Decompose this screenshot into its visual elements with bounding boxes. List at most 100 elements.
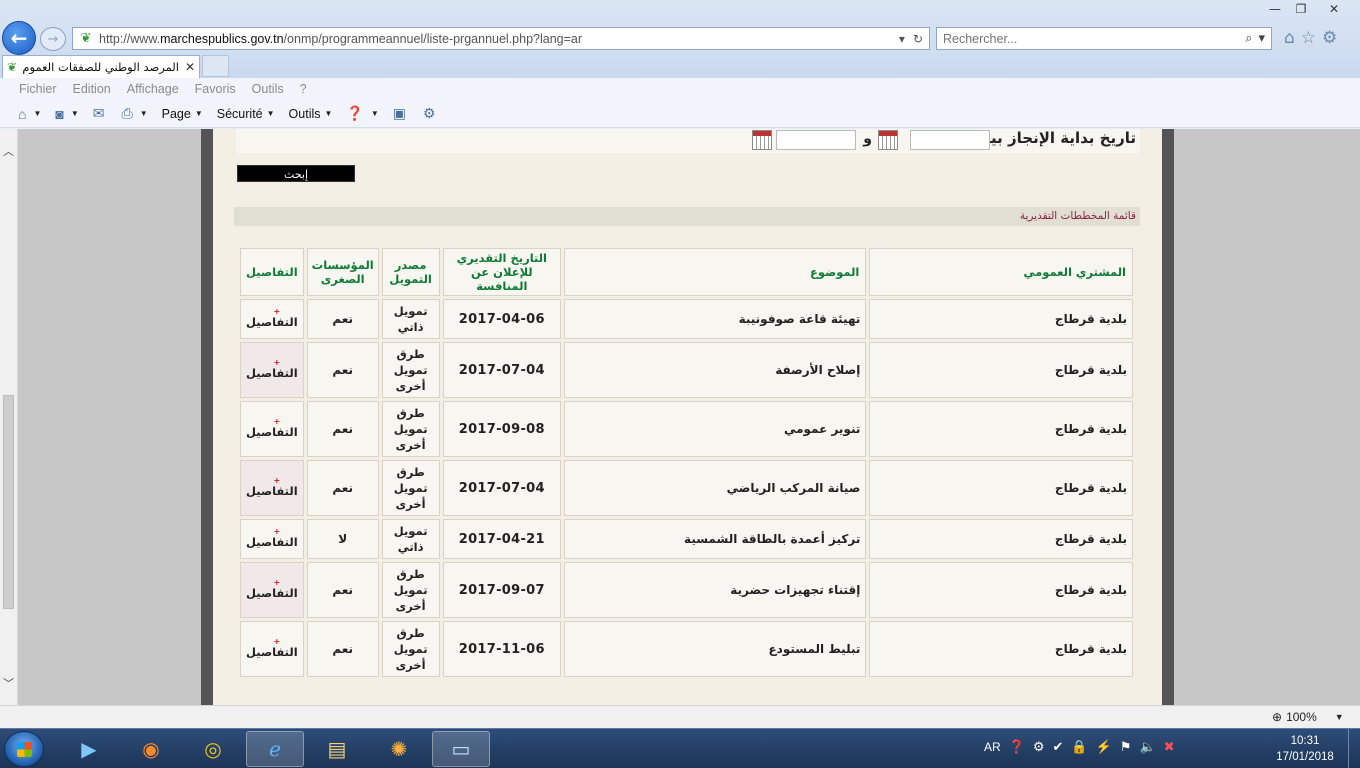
search-dropdown-icon[interactable]: ▾ [1258, 31, 1265, 46]
research-icon: ▣ [392, 105, 407, 121]
cell-details[interactable]: + التفاصيل [240, 519, 304, 559]
cmd-tools[interactable]: Outils ▼ [289, 107, 333, 121]
file-explorer-icon[interactable]: ▤ [308, 731, 366, 767]
network-icon[interactable]: ⚡ [1096, 739, 1112, 755]
media-player-icon[interactable]: ▶ [60, 731, 118, 767]
cmd-settings[interactable]: ⚙ [423, 105, 439, 122]
image-viewer-icon[interactable]: ▭ [432, 731, 490, 767]
internet-explorer-icon[interactable]: ℯ [246, 731, 304, 767]
menu-favoris[interactable]: Favoris [195, 82, 236, 96]
back-button[interactable]: ← [2, 21, 36, 55]
cell-details[interactable]: + التفاصيل [240, 621, 304, 677]
details-link[interactable]: التفاصيل [246, 425, 298, 439]
scroll-up-icon[interactable]: ︿ [3, 143, 14, 159]
cell-funding: تمويل ذاتي [381, 299, 440, 339]
maximize-button[interactable]: ❐ [1288, 0, 1314, 18]
chrome-icon[interactable]: ◎ [184, 731, 242, 767]
cmd-help[interactable]: ❓ ▼ [346, 105, 378, 122]
rss-icon: ◙ [55, 105, 64, 122]
language-indicator[interactable]: AR [984, 740, 1001, 754]
tray-overflow-icon[interactable]: ⚙ [1033, 739, 1045, 755]
search-icon[interactable]: ⌕ [1245, 31, 1252, 46]
scroll-down-icon[interactable]: ﹀ [3, 675, 14, 691]
address-dropdown-icon[interactable]: ▾ [899, 32, 905, 46]
list-title: قائمة المخططات التقديرية [1019, 210, 1136, 222]
show-desktop-button[interactable] [1348, 729, 1360, 768]
security-icon[interactable]: ✔ [1053, 739, 1064, 755]
and-label: و [863, 131, 872, 147]
flag-icon[interactable]: ⚑ [1120, 739, 1132, 755]
start-button[interactable] [4, 731, 44, 767]
zoom-control[interactable]: ⊕ 100% ▼ [1272, 710, 1344, 724]
firefox-icon[interactable]: ◉ [122, 731, 180, 767]
star-icon[interactable]: ☆ [1301, 28, 1316, 48]
menu-help[interactable]: ? [300, 82, 307, 96]
help-icon[interactable]: ❓ [1009, 739, 1025, 755]
cell-date: 2017-04-06 [442, 299, 562, 339]
menu-fichier[interactable]: Fichier [19, 82, 57, 96]
details-link[interactable]: التفاصيل [246, 535, 298, 549]
cell-sme: نعم [306, 562, 379, 618]
gear-icon[interactable]: ⚙ [1322, 28, 1337, 48]
scroll-thumb[interactable] [3, 395, 14, 609]
error-icon[interactable]: ✖ [1164, 739, 1175, 755]
cell-details[interactable]: + التفاصيل [240, 562, 304, 618]
url-path: /onmp/programmeannuel/liste-prgannuel.ph… [283, 31, 583, 46]
close-window-button[interactable]: ✕ [1314, 0, 1354, 18]
menu-affichage[interactable]: Affichage [127, 82, 179, 96]
chevron-down-icon: ▼ [370, 109, 379, 118]
lock-icon[interactable]: 🔒 [1071, 739, 1087, 755]
cmd-page[interactable]: Page ▼ [162, 107, 203, 121]
minimize-button[interactable]: — [1262, 0, 1288, 18]
cell-funding: طرق تمويل أخرى [381, 562, 440, 618]
cmd-print[interactable]: ⎙ ▼ [122, 105, 148, 122]
help-icon: ❓ [346, 105, 364, 121]
cmd-feeds[interactable]: ◙ ▼ [55, 106, 78, 122]
home-icon[interactable]: ⌂ [1284, 28, 1295, 48]
clock[interactable]: 10:31 17/01/2018 [1270, 733, 1340, 765]
left-gutter [18, 129, 201, 705]
details-link[interactable]: التفاصيل [246, 484, 298, 498]
details-link[interactable]: التفاصيل [246, 645, 298, 659]
header-buyer: المشتري العمومي [869, 248, 1133, 296]
cell-details[interactable]: + التفاصيل [240, 299, 304, 339]
cmd-research[interactable]: ▣ [393, 105, 409, 122]
cell-details[interactable]: + التفاصيل [240, 342, 304, 398]
cmd-home[interactable]: ⌂ ▼ [18, 106, 41, 122]
refresh-icon[interactable]: ↻ [913, 32, 923, 46]
url-prefix: http://www. [99, 31, 161, 46]
header-subject: الموضوع [564, 248, 867, 296]
volume-icon[interactable]: 🔈 [1139, 739, 1155, 755]
clock-date: 17/01/2018 [1276, 751, 1334, 763]
menu-edition[interactable]: Edition [73, 82, 111, 96]
address-url[interactable]: http://www.marchespublics.gov.tn/onmp/pr… [99, 32, 899, 46]
tab-favicon-icon: ❦ [7, 60, 18, 74]
search-button[interactable]: إبحث [237, 165, 355, 182]
forward-button[interactable]: → [40, 27, 66, 51]
search-box[interactable]: ⌕ ▾ [936, 27, 1272, 50]
cell-buyer: بلدية قرطاج [869, 299, 1133, 339]
calendar-icon[interactable] [878, 130, 898, 150]
new-tab-button[interactable] [202, 55, 229, 77]
details-link[interactable]: التفاصيل [246, 586, 298, 600]
browser-tab[interactable]: ❦ المرصد الوطني للصفقات العموم... ✕ [2, 55, 200, 78]
date-from-input[interactable] [910, 130, 990, 150]
calendar-icon[interactable] [752, 130, 772, 150]
cell-details[interactable]: + التفاصيل [240, 401, 304, 457]
details-link[interactable]: التفاصيل [246, 315, 298, 329]
menu-outils[interactable]: Outils [252, 82, 284, 96]
address-bar[interactable]: ❦ http://www.marchespublics.gov.tn/onmp/… [72, 27, 930, 50]
cmd-security[interactable]: Sécurité ▼ [217, 107, 275, 121]
right-gutter [1174, 129, 1360, 705]
search-input[interactable] [943, 31, 1246, 46]
cmd-page-label: Page [161, 106, 191, 121]
cmd-mail[interactable]: ✉ [93, 105, 108, 122]
settings-app-icon[interactable]: ✺ [370, 731, 428, 767]
cell-subject: تبليط المستودع [564, 621, 867, 677]
cell-date: 2017-04-21 [442, 519, 562, 559]
details-link[interactable]: التفاصيل [246, 366, 298, 380]
date-to-input[interactable] [776, 130, 856, 150]
cell-details[interactable]: + التفاصيل [240, 460, 304, 516]
tab-close-icon[interactable]: ✕ [185, 60, 195, 74]
vertical-scrollbar[interactable]: ︿ ﹀ [0, 129, 18, 705]
